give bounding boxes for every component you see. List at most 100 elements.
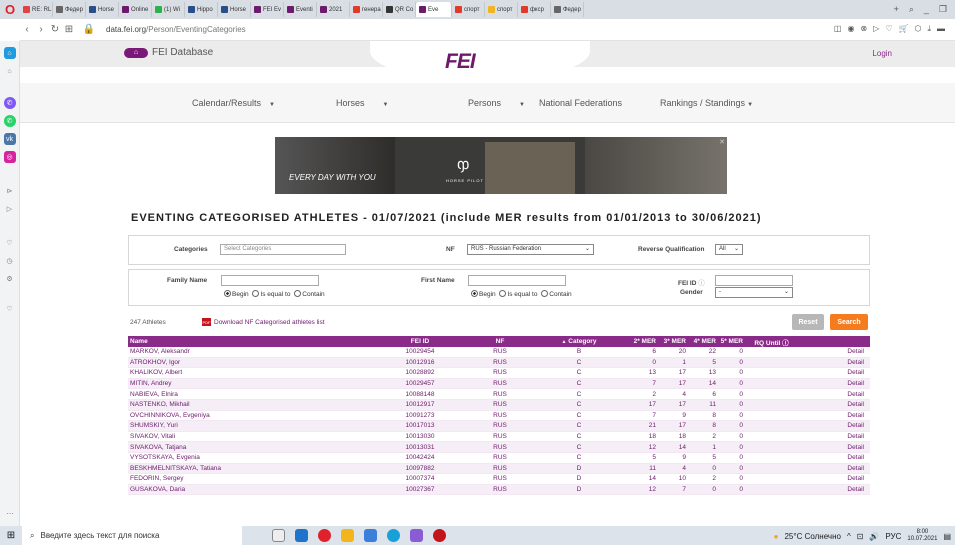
browser-tab[interactable]: RE: RL xyxy=(20,2,53,17)
athlete-name-link[interactable]: BESKHMELNITSKAYA, Tatiana xyxy=(128,465,375,472)
volume-icon[interactable]: 🔊 xyxy=(869,532,879,541)
back-icon[interactable]: ‹ xyxy=(20,24,34,35)
notifications-icon[interactable]: ▤ xyxy=(943,532,951,541)
athlete-name-link[interactable]: ATROKHOV, Igor xyxy=(128,359,375,366)
col-2star-mer[interactable]: 2* MER xyxy=(623,338,656,345)
fei-logo[interactable]: FEI xyxy=(445,50,476,74)
browser-tab[interactable]: фкср xyxy=(518,2,551,17)
language-indicator[interactable]: РУС xyxy=(885,532,901,541)
snapshot-icon[interactable]: ◉ xyxy=(847,24,854,34)
edge-icon[interactable] xyxy=(387,529,400,542)
browser-tab[interactable]: Eventi xyxy=(284,2,317,17)
col-rq-until[interactable]: RQ Until ⓘ xyxy=(743,337,800,347)
info-icon[interactable]: ⓘ xyxy=(782,340,789,347)
col-name[interactable]: Name xyxy=(128,338,375,345)
browser-tab[interactable]: Hippo xyxy=(185,2,218,17)
col-nf[interactable]: NF xyxy=(465,338,535,345)
athlete-name-link[interactable]: MITIN, Andrey xyxy=(128,380,375,387)
detail-link[interactable]: Detail xyxy=(800,465,870,472)
reverse-qualification-select[interactable]: All ⌄ xyxy=(715,244,743,255)
athlete-name-link[interactable]: NABIEVA, Elnira xyxy=(128,391,375,398)
browser-tab[interactable]: спорт xyxy=(452,2,485,17)
forward-icon[interactable]: › xyxy=(34,24,48,35)
extensions-icon[interactable]: ⬡ xyxy=(914,24,921,34)
gender-select[interactable]: - ⌄ xyxy=(715,287,793,298)
detail-link[interactable]: Detail xyxy=(800,433,870,440)
send-sidebar-icon[interactable]: ▷ xyxy=(4,203,16,215)
reload-icon[interactable]: ↻ xyxy=(48,24,62,35)
whatsapp-icon[interactable]: ✆ xyxy=(3,115,16,127)
yandex-icon[interactable] xyxy=(433,529,446,542)
detail-link[interactable]: Detail xyxy=(800,391,870,398)
athlete-name-link[interactable]: KHALIKOV, Albert xyxy=(128,369,375,376)
detail-link[interactable]: Detail xyxy=(800,422,870,429)
detail-link[interactable]: Detail xyxy=(800,412,870,419)
instagram-icon[interactable]: ◎ xyxy=(3,151,16,163)
menu-horses[interactable]: Horses ▼ xyxy=(336,98,388,108)
browser-tab[interactable]: QR Co xyxy=(383,2,416,17)
family-contain-radio[interactable] xyxy=(294,290,302,297)
history-icon[interactable]: ◷ xyxy=(4,255,16,267)
detail-link[interactable]: Detail xyxy=(800,444,870,451)
family-name-input[interactable] xyxy=(221,275,319,286)
detail-link[interactable]: Detail xyxy=(800,380,870,387)
athlete-name-link[interactable]: SIVAKOVA, Tatjana xyxy=(128,444,375,451)
athlete-name-link[interactable]: OVCHINNIKOVA, Evgeniya xyxy=(128,412,375,419)
browser-tab[interactable]: Horse xyxy=(218,2,251,17)
fei-database-link[interactable]: ⌂ FEI Database xyxy=(124,47,213,58)
athlete-name-link[interactable]: FEDORIN, Sergey xyxy=(128,475,375,482)
advertisement-banner[interactable]: EVERY DAY WITH YOU ჶ HORSE PILOT ✕ xyxy=(275,137,727,194)
messenger-icon[interactable]: ✆ xyxy=(3,97,16,109)
browser-tab[interactable]: Online xyxy=(119,2,152,17)
speed-dial-icon[interactable]: ⊞ xyxy=(62,24,76,35)
vk-icon[interactable]: vk xyxy=(3,133,16,145)
network-icon[interactable]: ⊡ xyxy=(857,532,864,541)
heart-icon[interactable]: ♡ xyxy=(885,24,892,34)
menu-national-federations[interactable]: National Federations xyxy=(539,98,622,108)
athlete-name-link[interactable]: SHUMSKIY, Yuri xyxy=(128,422,375,429)
opera-logo-icon[interactable]: O xyxy=(0,0,20,19)
task-view-icon[interactable] xyxy=(272,529,285,542)
download-list-link[interactable]: PDF Download NF Categorised athletes list xyxy=(202,318,325,326)
family-begin-radio[interactable] xyxy=(224,290,231,297)
tray-chevron-icon[interactable]: ^ xyxy=(847,532,851,541)
info-icon[interactable]: ⓘ xyxy=(698,280,705,287)
browser-tab[interactable]: (1) Wi xyxy=(152,2,185,17)
login-link[interactable]: Login xyxy=(872,49,892,58)
media-icon[interactable] xyxy=(364,529,377,542)
athlete-name-link[interactable]: GUSAKOVA, Daria xyxy=(128,486,375,493)
detail-link[interactable]: Detail xyxy=(800,348,870,355)
camera-icon[interactable]: ◫ xyxy=(834,24,842,34)
menu-persons[interactable]: Persons ▼ xyxy=(468,98,525,108)
first-contain-radio[interactable] xyxy=(541,290,549,297)
detail-link[interactable]: Detail xyxy=(800,359,870,366)
player-icon[interactable]: ⊳ xyxy=(4,185,16,197)
col-category[interactable]: ▲ Category xyxy=(535,338,623,345)
athlete-name-link[interactable]: VYSOTSKAYA, Evgenia xyxy=(128,454,375,461)
clock[interactable]: 8:00 10.07.2021 xyxy=(907,529,937,543)
athlete-name-link[interactable]: MARKOV, Aleksandr xyxy=(128,348,375,355)
send-icon[interactable]: ▷ xyxy=(873,24,879,34)
nf-select[interactable]: RUS - Russian Federation ⌄ xyxy=(467,244,594,255)
browser-tab[interactable]: спорт xyxy=(485,2,518,17)
search-tabs-icon[interactable]: ⌕ xyxy=(909,4,914,15)
browser-tab[interactable]: FEI Ev xyxy=(251,2,284,17)
browser-tab[interactable]: Федер xyxy=(551,2,584,17)
close-ad-icon[interactable]: ✕ xyxy=(719,138,725,146)
col-5star-mer[interactable]: 5* MER xyxy=(716,338,743,345)
athlete-name-link[interactable]: NASTENKO, Mikhail xyxy=(128,401,375,408)
battery-icon[interactable]: ▬ xyxy=(937,24,945,34)
col-4star-mer[interactable]: 4* MER xyxy=(686,338,716,345)
cart-icon[interactable]: 🛒 xyxy=(899,24,909,34)
file-explorer-icon[interactable] xyxy=(341,529,354,542)
settings-gear-icon[interactable]: ⚙ xyxy=(4,273,16,285)
reset-button[interactable]: Reset xyxy=(792,314,824,330)
first-begin-radio[interactable] xyxy=(471,290,478,297)
workspace-icon[interactable]: ⌂ xyxy=(3,47,16,59)
store-icon[interactable] xyxy=(295,529,308,542)
minimize-icon[interactable]: _ xyxy=(924,4,929,15)
new-tab-icon[interactable]: + xyxy=(894,4,899,15)
opera-taskbar-icon[interactable] xyxy=(318,529,331,542)
home-icon[interactable]: ⌂ xyxy=(4,65,16,77)
detail-link[interactable]: Detail xyxy=(800,401,870,408)
